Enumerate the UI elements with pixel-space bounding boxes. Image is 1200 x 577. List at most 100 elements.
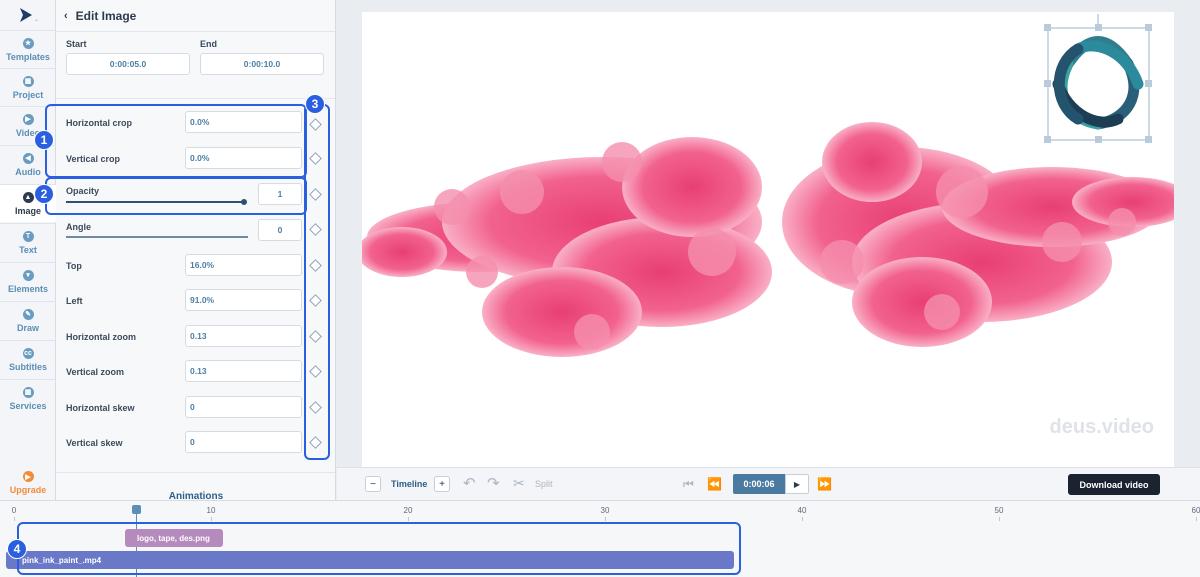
zoom-in-button[interactable]: + — [434, 476, 450, 492]
download-video-button[interactable]: Download video — [1068, 474, 1160, 495]
star-icon: ★ — [22, 37, 34, 49]
upgrade-icon: ▶ — [22, 471, 34, 482]
timeline-tick-label: 30 — [600, 506, 610, 515]
rail-item-elements[interactable]: ▾ Elements — [0, 262, 56, 300]
angle-input[interactable]: 0 — [258, 219, 302, 241]
annotation-badge-3: 3 — [305, 94, 325, 114]
undo-icon[interactable]: ↶ — [463, 474, 476, 492]
rail-item-label: Draw — [16, 322, 39, 333]
horizontal-skew-input[interactable]: 0 — [185, 396, 302, 418]
skip-to-start-icon[interactable]: ⏮ — [683, 477, 694, 492]
watermark-text: deus.video — [1049, 416, 1154, 438]
rewind-icon[interactable]: ⏪ — [707, 477, 722, 491]
timeline-tick-label: 20 — [403, 506, 413, 515]
play-icon: ▶ — [22, 113, 34, 125]
horizontal-zoom-input[interactable]: 0.13 — [185, 325, 302, 347]
rail-item-label: Text — [19, 244, 37, 255]
timeline-tick-label: 50 — [994, 506, 1004, 515]
video-preview-canvas[interactable]: deus.video — [362, 12, 1174, 467]
zoom-out-button[interactable]: − — [365, 476, 381, 492]
app-logo[interactable]: ⌄ — [0, 0, 56, 30]
annotation-box-opacity — [45, 177, 307, 215]
redo-icon[interactable]: ↷ — [487, 474, 500, 492]
scissors-icon[interactable]: ✂ — [513, 475, 525, 492]
annotation-badge-2: 2 — [34, 184, 54, 204]
timecode-display[interactable]: 0:00:06 — [733, 474, 785, 494]
annotation-box-crop — [45, 104, 307, 178]
timeline-tick-mark — [802, 517, 803, 521]
rail-item-project[interactable]: ▦ Project — [0, 68, 56, 106]
timeline-tick-label: 0 — [11, 506, 17, 515]
pencil-icon: ✎ — [22, 308, 34, 320]
angle-label: Angle — [66, 222, 92, 232]
annotation-box-keyframes — [304, 104, 330, 460]
text-icon: T — [22, 230, 34, 242]
timeline-label: Timeline — [391, 479, 428, 489]
playback-toolbar: − Timeline + ↶ ↷ ✂ Split ⏮ ⏪ 0:00:06 ▶ ⏩… — [337, 467, 1200, 500]
rail-item-text[interactable]: T Text — [0, 223, 56, 261]
top-label: Top — [66, 261, 82, 271]
horizontal-skew-label: Horizontal skew — [66, 403, 135, 413]
timeline-tick-mark — [999, 517, 1000, 521]
end-label: End — [200, 39, 217, 49]
end-time-field[interactable]: 0:00:10.0 — [200, 53, 324, 75]
vertical-zoom-input[interactable]: 0.13 — [185, 360, 302, 382]
annotation-box-timeline — [17, 522, 741, 575]
elements-icon: ▾ — [22, 269, 34, 281]
start-label: Start — [66, 39, 87, 49]
rail-item-templates[interactable]: ★ Templates — [0, 30, 56, 68]
timeline-tick-mark — [211, 517, 212, 521]
svg-text:⌄: ⌄ — [34, 16, 39, 23]
rail-item-label: Image — [14, 205, 41, 216]
horizontal-zoom-label: Horizontal zoom — [66, 332, 136, 342]
back-chevron-icon[interactable]: ‹ — [64, 10, 68, 22]
timeline-tick-label: 60 — [1191, 506, 1200, 515]
divider — [56, 98, 335, 99]
audio-icon: ◀ — [22, 152, 34, 164]
split-button-label[interactable]: Split — [535, 479, 553, 489]
play-icon: ▶ — [793, 479, 801, 489]
vertical-skew-input[interactable]: 0 — [185, 431, 302, 453]
timeline-tick-label: 10 — [206, 506, 216, 515]
logo-icon: ⌄ — [20, 8, 39, 23]
left-rail: ⌄ ★ Templates ▦ Project ▶ Video ◀ Audio ▲ Image T T… — [0, 0, 56, 500]
vertical-skew-label: Vertical skew — [66, 438, 123, 448]
rail-item-label: Elements — [7, 283, 49, 294]
top-input[interactable]: 16.0% — [185, 254, 302, 276]
rail-item-label: Services — [9, 400, 47, 411]
timeline-tick-mark — [14, 517, 15, 521]
annotation-badge-1: 1 — [34, 130, 54, 150]
animations-header[interactable]: Animations — [56, 491, 335, 500]
rail-upgrade[interactable]: ▶ Upgrade — [0, 464, 56, 502]
rail-item-label: Audio — [15, 166, 41, 177]
playhead-handle[interactable] — [132, 505, 141, 514]
panel-header: ‹ Edit Image — [56, 0, 335, 32]
start-time-field[interactable]: 0:00:05.0 — [66, 53, 190, 75]
timeline-tick-label: 40 — [797, 506, 807, 515]
grid-icon: ▦ — [22, 75, 34, 87]
left-label: Left — [66, 296, 83, 306]
rail-item-label: Subtitles — [8, 361, 47, 372]
angle-slider[interactable] — [66, 236, 248, 238]
rail-item-services[interactable]: ▦ Services — [0, 379, 56, 417]
play-button[interactable]: ▶ — [785, 474, 809, 494]
timeline-tick-mark — [605, 517, 606, 521]
panel-title: Edit Image — [75, 8, 137, 23]
annotation-badge-4: 4 — [7, 539, 27, 559]
edit-image-panel: ‹ Edit Image Start 0:00:05.0 End 0:00:10… — [56, 0, 336, 500]
timeline-tick-mark — [1196, 517, 1197, 521]
timeline-tick-mark — [408, 517, 409, 521]
services-icon: ▦ — [22, 386, 34, 398]
rail-item-label: Project — [12, 89, 44, 100]
divider — [56, 472, 335, 473]
rail-item-label: Templates — [6, 51, 50, 62]
cc-icon: cc — [22, 347, 34, 359]
image-icon: ▲ — [22, 191, 34, 203]
rail-upgrade-label: Upgrade — [9, 485, 47, 495]
rail-item-draw[interactable]: ✎ Draw — [0, 301, 56, 339]
left-input[interactable]: 91.0% — [185, 289, 302, 311]
pink-ink-frame-image — [362, 14, 1174, 357]
rail-item-subtitles[interactable]: cc Subtitles — [0, 340, 56, 378]
vertical-zoom-label: Vertical zoom — [66, 367, 125, 377]
fast-forward-icon[interactable]: ⏩ — [817, 477, 832, 491]
